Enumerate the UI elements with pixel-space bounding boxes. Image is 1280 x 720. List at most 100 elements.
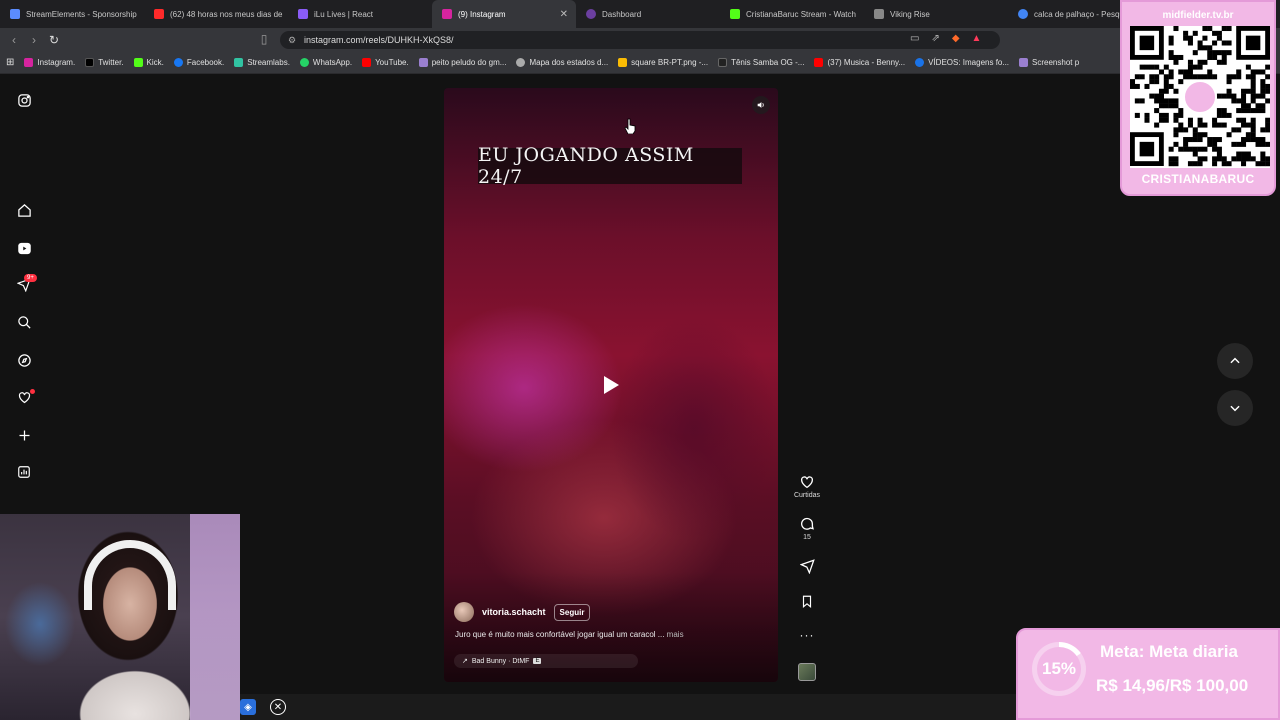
bookmark-label: Instagram. bbox=[37, 58, 76, 67]
tab-title: (62) 48 horas nos meus dias de bbox=[170, 9, 283, 19]
previous-reel-button[interactable] bbox=[1217, 343, 1253, 379]
share-icon[interactable]: ⇗ bbox=[931, 33, 939, 44]
share-action[interactable] bbox=[790, 559, 824, 574]
streamelements-icon bbox=[10, 9, 20, 19]
play-icon[interactable] bbox=[594, 368, 628, 402]
cast-icon[interactable]: ▭ bbox=[910, 33, 919, 44]
bookmark-item[interactable]: Mapa dos estados d... bbox=[516, 58, 608, 67]
instagram-logo-icon[interactable] bbox=[14, 90, 34, 110]
tab-strip: StreamElements - Sponsorship (62) 48 hor… bbox=[0, 0, 1280, 28]
tab-title: (9) Instagram bbox=[458, 9, 506, 19]
bookmark-kick[interactable]: Kick. bbox=[133, 58, 164, 67]
kick-icon bbox=[133, 58, 143, 67]
search-icon[interactable] bbox=[14, 312, 34, 332]
reload-icon[interactable]: ↻ bbox=[44, 33, 64, 47]
tab-dashboard[interactable]: Dashboard bbox=[576, 0, 720, 28]
audio-thumbnail[interactable] bbox=[798, 663, 816, 681]
reel-caption: Juro que é muito mais confortável jogar … bbox=[455, 630, 684, 639]
whatsapp-icon bbox=[299, 58, 309, 67]
comment-count: 15 bbox=[803, 534, 811, 541]
adidas-icon bbox=[718, 58, 728, 67]
google-icon bbox=[1018, 9, 1028, 19]
follow-button[interactable]: Seguir bbox=[553, 603, 591, 621]
close-tab-icon[interactable]: ✕ bbox=[560, 9, 568, 20]
volume-icon[interactable] bbox=[752, 96, 770, 114]
reel-overlay-text: EU JOGANDO ASSIM 24/7 bbox=[478, 144, 742, 188]
next-reel-button[interactable] bbox=[1217, 390, 1253, 426]
reels-icon[interactable] bbox=[14, 238, 34, 258]
comment-action[interactable]: 15 bbox=[790, 516, 824, 541]
heart-icon[interactable] bbox=[799, 474, 815, 490]
reel-video[interactable]: EU JOGANDO ASSIM 24/7 vitoria.schacht Se… bbox=[444, 88, 778, 682]
bookmark-facebook[interactable]: Facebook. bbox=[173, 58, 224, 67]
avatar[interactable] bbox=[454, 602, 474, 622]
bookmark-streamlabs[interactable]: Streamlabs. bbox=[234, 58, 290, 67]
forward-icon[interactable]: › bbox=[24, 33, 44, 47]
qr-widget: midfielder.tv.br CRISTIANABARUC bbox=[1120, 0, 1276, 196]
tab-youtube[interactable]: (62) 48 horas nos meus dias de bbox=[144, 0, 288, 28]
tab-instagram[interactable]: (9) Instagram ✕ bbox=[432, 0, 576, 28]
bookmark-icon[interactable] bbox=[800, 594, 814, 609]
tab-title: iLu Lives | React bbox=[314, 9, 373, 19]
bookmark-youtube[interactable]: YouTube. bbox=[362, 58, 409, 67]
x-icon bbox=[85, 58, 95, 67]
viking-rise-icon bbox=[874, 9, 884, 19]
webcam-feed bbox=[0, 514, 240, 720]
webcam-background bbox=[190, 514, 240, 720]
apps-icon[interactable]: ⊞ bbox=[6, 57, 14, 68]
ilu-icon bbox=[298, 9, 308, 19]
bookmark-twitter[interactable]: Twitter. bbox=[85, 58, 124, 67]
dashboard-icon[interactable] bbox=[14, 462, 34, 482]
like-action[interactable]: Curtidas bbox=[790, 474, 824, 499]
qr-site: midfielder.tv.br bbox=[1162, 10, 1234, 21]
globe-icon bbox=[516, 58, 526, 67]
bookmark-label: square BR-PT.png -... bbox=[631, 58, 709, 67]
home-icon[interactable] bbox=[14, 200, 34, 220]
trending-arrow-icon: ↗ bbox=[462, 658, 468, 665]
tab-streamelements[interactable]: StreamElements - Sponsorship bbox=[0, 0, 144, 28]
streamlabs-icon bbox=[234, 58, 244, 67]
goal-amount: R$ 14,96/R$ 100,00 bbox=[1096, 676, 1249, 695]
author-username[interactable]: vitoria.schacht bbox=[482, 607, 546, 617]
bookmark-label: WhatsApp. bbox=[312, 58, 353, 67]
reel-actions: Curtidas 15 ··· bbox=[790, 0, 824, 720]
bookmark-icon[interactable]: ▯ bbox=[254, 32, 274, 46]
caption-more-link[interactable]: mais bbox=[667, 630, 684, 639]
bookmark-item[interactable]: VÍDEOS: Imagens fo... bbox=[915, 58, 1009, 67]
explore-icon[interactable] bbox=[14, 350, 34, 370]
bookmark-item[interactable]: peito peludo do gm... bbox=[418, 58, 506, 67]
bookmark-item[interactable]: square BR-PT.png -... bbox=[618, 58, 708, 67]
create-icon[interactable] bbox=[14, 425, 34, 445]
bookmark-item[interactable]: Screenshot p bbox=[1019, 58, 1079, 67]
address-bar[interactable]: ⚙ instagram.com/reels/DUHKH-XkQS8/ bbox=[280, 31, 1000, 49]
brave-shield-icon[interactable]: ◆ bbox=[952, 33, 960, 44]
xbox-icon[interactable]: ✕ bbox=[270, 699, 286, 715]
bookmark-instagram[interactable]: Instagram. bbox=[24, 58, 75, 67]
tab-ilu-lives[interactable]: iLu Lives | React bbox=[288, 0, 432, 28]
chevron-up-icon bbox=[1230, 357, 1240, 364]
channel-name: CRISTIANABARUC bbox=[1141, 172, 1255, 186]
youtube-icon bbox=[362, 58, 372, 67]
back-icon[interactable]: ‹ bbox=[4, 33, 24, 47]
tab-viking-rise[interactable]: Viking Rise bbox=[864, 0, 1008, 28]
brave-rewards-icon[interactable]: ▲ bbox=[972, 33, 982, 44]
app-icon[interactable]: ◈ bbox=[240, 699, 256, 715]
dashboard-icon bbox=[586, 9, 596, 19]
qr-code bbox=[1130, 26, 1271, 168]
headset bbox=[84, 540, 176, 610]
more-icon[interactable]: ··· bbox=[800, 628, 815, 642]
more-action[interactable]: ··· bbox=[790, 628, 824, 642]
audio-chip[interactable]: ↗ Bad Bunny · DtMF E bbox=[454, 654, 638, 668]
like-label: Curtidas bbox=[793, 492, 821, 499]
instagram-icon bbox=[442, 9, 452, 19]
send-icon[interactable] bbox=[799, 559, 815, 574]
site-info-icon[interactable]: ⚙ bbox=[288, 35, 296, 46]
comment-icon[interactable] bbox=[799, 516, 815, 532]
notification-badge: 9+ bbox=[24, 274, 37, 282]
drive-icon bbox=[618, 58, 628, 67]
bookmark-label: Kick. bbox=[146, 58, 164, 67]
youtube-icon bbox=[154, 9, 164, 19]
bookmark-whatsapp[interactable]: WhatsApp. bbox=[299, 58, 353, 67]
save-action[interactable] bbox=[790, 594, 824, 609]
bookmark-item[interactable]: (37) Musica - Benny... bbox=[814, 58, 905, 67]
